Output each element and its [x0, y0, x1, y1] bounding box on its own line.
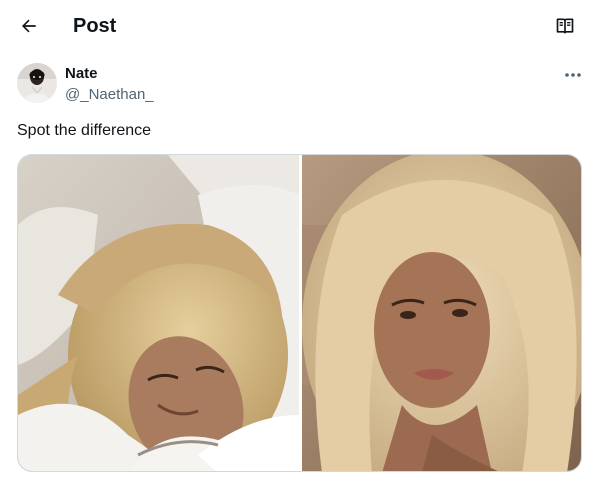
- avatar-image: [17, 63, 57, 103]
- photo-woman-selfie: [302, 155, 581, 471]
- author-handle[interactable]: @_Naethan_: [65, 86, 154, 104]
- back-button[interactable]: [12, 9, 46, 43]
- reader-mode-icon: [556, 18, 574, 34]
- media-grid: [17, 154, 582, 472]
- arrow-left-icon: [22, 19, 36, 33]
- photo-woman-in-bed: [18, 155, 299, 471]
- author-name[interactable]: Nate: [65, 65, 98, 83]
- post-text: Spot the difference: [17, 122, 152, 139]
- reader-mode-button[interactable]: [548, 9, 582, 43]
- photo-right[interactable]: [302, 155, 581, 471]
- page-title: Post: [73, 15, 117, 37]
- more-options-button[interactable]: [560, 62, 586, 88]
- top-bar: Post: [0, 0, 600, 53]
- avatar[interactable]: [17, 63, 57, 103]
- photo-left[interactable]: [18, 155, 299, 471]
- more-icon: [565, 73, 581, 77]
